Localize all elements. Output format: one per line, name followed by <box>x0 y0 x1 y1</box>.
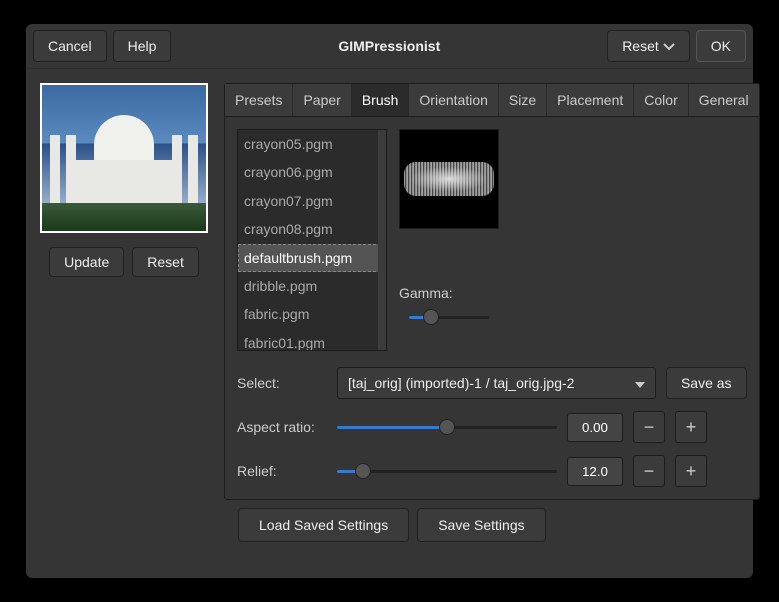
tab-orientation[interactable]: Orientation <box>409 84 498 116</box>
list-item[interactable]: crayon08.pgm <box>238 215 386 243</box>
gamma-label: Gamma: <box>399 285 499 301</box>
scrollbar[interactable] <box>378 130 386 350</box>
aspect-input[interactable] <box>567 413 623 442</box>
minus-icon: − <box>644 461 655 482</box>
brush-stroke-preview <box>404 162 494 196</box>
chevron-down-icon <box>663 38 675 54</box>
select-label: Select: <box>237 375 327 391</box>
update-button[interactable]: Update <box>49 247 124 277</box>
cancel-button[interactable]: Cancel <box>33 30 107 62</box>
ok-button[interactable]: OK <box>696 30 746 62</box>
help-button[interactable]: Help <box>113 30 172 62</box>
list-item[interactable]: fabric01.pgm <box>238 329 386 351</box>
aspect-slider[interactable] <box>337 419 557 435</box>
triangle-down-icon <box>635 375 645 391</box>
aspect-label: Aspect ratio: <box>237 419 327 435</box>
select-value: [taj_orig] (imported)-1 / taj_orig.jpg-2 <box>348 375 574 391</box>
brush-preview <box>399 129 499 229</box>
plus-icon: + <box>686 417 697 438</box>
tab-content-brush: crayon05.pgmcrayon06.pgmcrayon07.pgmcray… <box>225 117 759 499</box>
tab-paper[interactable]: Paper <box>293 84 351 116</box>
list-item[interactable]: crayon06.pgm <box>238 158 386 186</box>
relief-minus-button[interactable]: − <box>633 455 665 487</box>
list-item[interactable]: defaultbrush.pgm <box>238 244 386 272</box>
aspect-plus-button[interactable]: + <box>675 411 707 443</box>
plus-icon: + <box>686 461 697 482</box>
relief-slider[interactable] <box>337 463 557 479</box>
list-item[interactable]: crayon05.pgm <box>238 130 386 158</box>
gamma-slider[interactable] <box>409 309 489 325</box>
list-item[interactable]: crayon07.pgm <box>238 187 386 215</box>
select-dropdown[interactable]: [taj_orig] (imported)-1 / taj_orig.jpg-2 <box>337 367 656 399</box>
relief-label: Relief: <box>237 463 327 479</box>
tabs-frame: PresetsPaperBrushOrientationSizePlacemen… <box>224 83 760 500</box>
gamma-thumb[interactable] <box>423 309 439 325</box>
relief-input[interactable] <box>567 457 623 486</box>
reset-dropdown-label: Reset <box>622 38 659 54</box>
save-settings-button[interactable]: Save Settings <box>417 508 545 542</box>
tab-color[interactable]: Color <box>634 84 688 116</box>
saveas-button[interactable]: Save as <box>666 367 747 399</box>
preview-image <box>40 83 208 233</box>
tab-placement[interactable]: Placement <box>547 84 634 116</box>
tab-brush[interactable]: Brush <box>352 84 410 116</box>
aspect-minus-button[interactable]: − <box>633 411 665 443</box>
relief-plus-button[interactable]: + <box>675 455 707 487</box>
list-item[interactable]: dribble.pgm <box>238 272 386 300</box>
reset-dropdown-button[interactable]: Reset <box>607 30 690 62</box>
titlebar: Cancel Help GIMPressionist Reset OK <box>26 24 753 69</box>
dialog-title: GIMPressionist <box>177 38 601 54</box>
gimpressionist-dialog: Cancel Help GIMPressionist Reset OK Upda… <box>26 24 753 578</box>
minus-icon: − <box>644 417 655 438</box>
list-item[interactable]: fabric.pgm <box>238 300 386 328</box>
preview-reset-button[interactable]: Reset <box>132 247 199 277</box>
tab-size[interactable]: Size <box>499 84 547 116</box>
tab-general[interactable]: General <box>689 84 759 116</box>
tab-presets[interactable]: Presets <box>225 84 293 116</box>
tabs: PresetsPaperBrushOrientationSizePlacemen… <box>225 84 759 117</box>
load-saved-settings-button[interactable]: Load Saved Settings <box>238 508 409 542</box>
brush-list[interactable]: crayon05.pgmcrayon06.pgmcrayon07.pgmcray… <box>237 129 387 351</box>
